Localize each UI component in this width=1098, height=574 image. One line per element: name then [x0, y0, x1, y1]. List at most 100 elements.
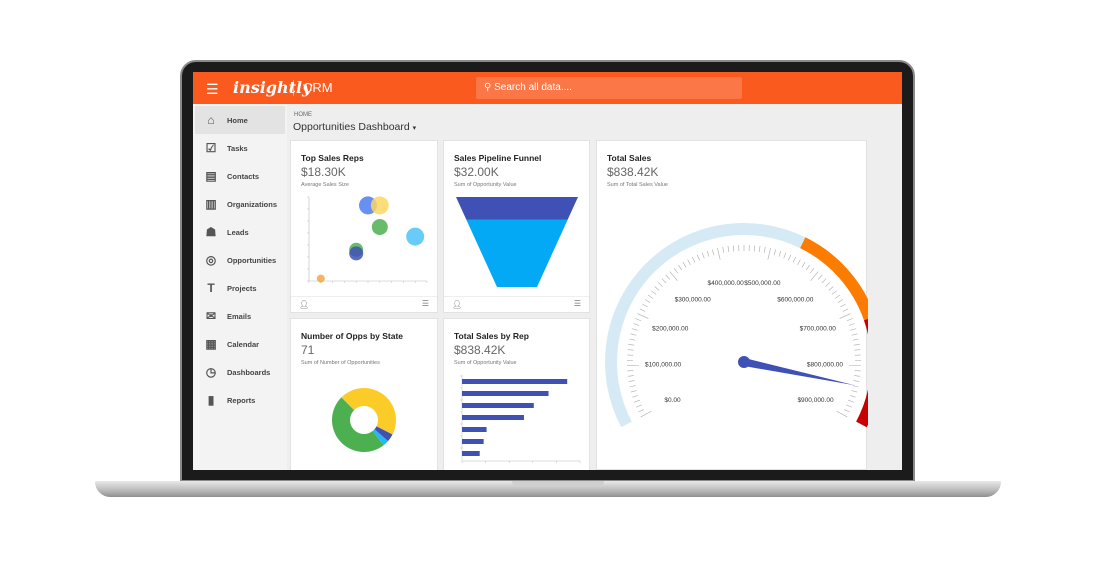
sidebar-item-dashboards[interactable]: ◷ Dashboards: [193, 358, 287, 386]
bar: [462, 403, 534, 408]
minor-tick: [853, 380, 860, 382]
dashboard-selector[interactable]: Opportunities Dashboard ▾: [293, 121, 416, 133]
minor-tick: [633, 323, 640, 326]
user-icon[interactable]: 👤︎: [299, 300, 309, 309]
minor-tick: [805, 264, 810, 271]
sidebar-item-contacts[interactable]: ▤ Contacts: [193, 162, 287, 190]
card-footer: 👤︎ ☰: [291, 296, 437, 312]
product-name: CRM: [303, 80, 333, 95]
minor-tick: [701, 252, 705, 259]
card-subtitle: Average Sales Size: [301, 182, 349, 188]
card-value: $838.42K: [607, 165, 659, 179]
calendar-icon: ▦: [205, 337, 217, 351]
minor-tick: [852, 338, 859, 341]
minor-tick: [647, 294, 654, 299]
gauge-tick-label: $800,000.00: [807, 362, 844, 369]
gauge-tick-label: $500,000.00: [744, 280, 781, 287]
sidebar-item-emails[interactable]: ✉ Emails: [193, 302, 287, 330]
sidebar-item-tasks[interactable]: ☑ Tasks: [193, 134, 287, 162]
bubble: [316, 274, 325, 283]
top-bar: ☰ insightly CRM ⚲ Search all data....: [193, 72, 902, 104]
sidebar-item-calendar[interactable]: ▦ Calendar: [193, 330, 287, 358]
minor-tick: [851, 333, 858, 336]
minor-tick: [642, 303, 648, 308]
minor-tick: [831, 290, 837, 295]
minor-tick: [849, 395, 856, 398]
list-icon[interactable]: ☰: [422, 299, 429, 308]
funnel-segment: [466, 219, 568, 287]
card-top-sales-reps: Top Sales Reps $18.30K Average Sales Siz…: [290, 140, 438, 313]
page-title: Opportunities Dashboard: [293, 121, 410, 133]
bar: [462, 379, 568, 384]
gauge-band: [856, 318, 868, 428]
minor-tick: [678, 264, 683, 271]
minor-tick: [628, 343, 635, 346]
minor-tick: [842, 308, 849, 312]
minor-tick: [661, 278, 667, 284]
minor-tick: [840, 303, 846, 308]
sidebar-item-leads[interactable]: ☗ Leads: [193, 218, 287, 246]
donut-chart: [332, 388, 396, 452]
search-placeholder: Search all data....: [494, 82, 572, 93]
bar-chart-icon: ▮: [207, 393, 215, 407]
logo[interactable]: insightly: [233, 78, 311, 97]
hamburger-icon[interactable]: ☰: [206, 81, 219, 98]
sidebar-item-projects[interactable]: T Projects: [193, 274, 287, 302]
minor-tick: [846, 318, 853, 322]
sidebar-item-reports[interactable]: ▮ Reports: [193, 386, 287, 414]
minor-tick: [788, 254, 792, 261]
minor-tick: [844, 409, 850, 413]
card-value: $18.30K: [301, 165, 346, 179]
home-icon: ⌂: [207, 113, 215, 127]
card-subtitle: Sum of Total Sales Value: [607, 182, 668, 188]
minor-tick: [853, 343, 860, 346]
sidebar-item-label: Emails: [227, 311, 252, 321]
minor-tick: [638, 409, 644, 413]
contact-card-icon: ▤: [205, 169, 217, 183]
minor-tick: [846, 404, 853, 408]
minor-tick: [854, 349, 861, 351]
minor-tick: [851, 390, 858, 393]
minor-tick: [627, 375, 634, 377]
minor-tick: [848, 399, 854, 403]
sidebar-item-opportunities[interactable]: ◎ Opportunities: [193, 246, 287, 274]
divider: [293, 80, 294, 96]
gauge-band: [800, 237, 868, 321]
scatter-chart: [307, 196, 428, 283]
minor-tick: [657, 282, 663, 287]
sidebar-item-label: Home: [227, 115, 248, 125]
minor-tick: [825, 282, 831, 287]
minor-tick: [817, 274, 823, 280]
minor-tick: [696, 254, 700, 261]
gauge-tick-label: $400,000.00: [708, 280, 745, 287]
sidebar-item-home[interactable]: ⌂ Home: [195, 106, 285, 134]
screen: ☰ insightly CRM ⚲ Search all data.... ⌂ H…: [193, 72, 902, 470]
card-subtitle: Sum of Number of Opportunities: [301, 360, 380, 366]
minor-tick: [758, 246, 761, 253]
sidebar-item-label: Tasks: [227, 143, 248, 153]
gauge-band: [605, 223, 806, 428]
laptop-notch: [512, 481, 604, 487]
list-icon[interactable]: ☰: [574, 299, 581, 308]
minor-tick: [687, 259, 691, 265]
minor-tick: [634, 399, 640, 403]
sidebar-item-label: Contacts: [227, 171, 260, 181]
minor-tick: [852, 385, 859, 388]
gauge-tick-label: $200,000.00: [652, 325, 689, 332]
card-total-sales: Total Sales $838.42K Sum of Total Sales …: [596, 140, 868, 470]
minor-tick: [673, 268, 678, 274]
sidebar-item-organizations[interactable]: ▥ Organizations: [193, 190, 287, 218]
bubble: [406, 227, 425, 246]
major-tick: [767, 247, 771, 260]
breadcrumb[interactable]: HOME: [294, 112, 312, 118]
minor-tick: [639, 308, 646, 312]
minor-tick: [628, 380, 635, 382]
card-subtitle: Sum of Opportunity Value: [454, 360, 517, 366]
search-input[interactable]: ⚲ Search all data....: [476, 77, 742, 99]
major-tick: [810, 271, 819, 281]
user-icon[interactable]: 👤︎: [452, 300, 462, 309]
card-value: $838.42K: [454, 343, 506, 357]
gauge-needle-hub: [738, 356, 750, 368]
minor-tick: [848, 323, 855, 326]
minor-tick: [763, 246, 766, 253]
